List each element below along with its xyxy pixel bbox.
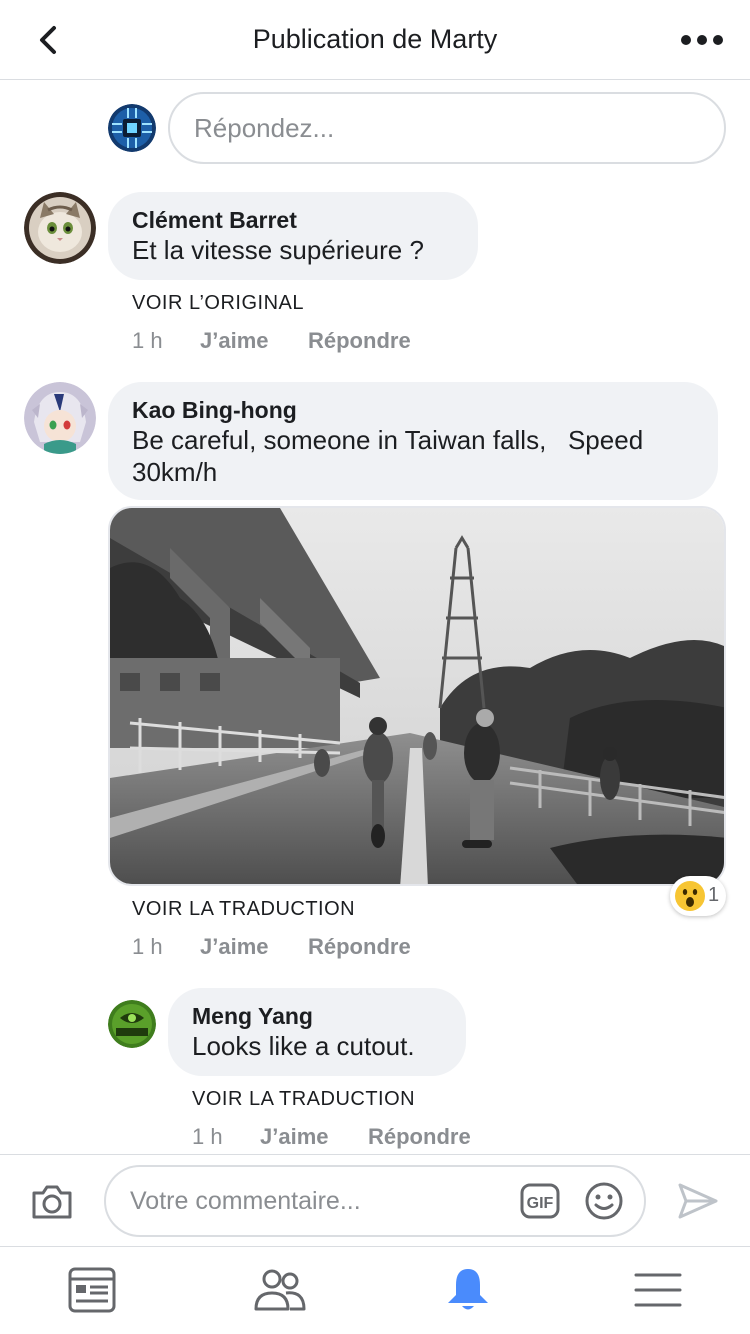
reply-button[interactable]: Répondre — [308, 328, 411, 354]
avatar[interactable] — [108, 1000, 156, 1048]
avatar[interactable] — [24, 192, 96, 264]
top-bar: Publication de Marty — [0, 0, 750, 80]
svg-text:GIF: GIF — [527, 1195, 554, 1212]
comment-text: Looks like a cutout. — [192, 1031, 415, 1061]
comment-photo[interactable] — [108, 506, 726, 886]
comment-text-line: 30km/h — [132, 457, 218, 487]
send-icon[interactable] — [676, 1181, 720, 1221]
wow-emoji-icon — [675, 881, 705, 911]
photo-image — [110, 508, 724, 884]
comment-bubble: Kao Bing-hong Be careful, someone in Tai… — [108, 382, 718, 500]
page-title: Publication de Marty — [252, 24, 498, 54]
notifications-bell-icon[interactable] — [440, 1265, 496, 1315]
comment-input[interactable]: Votre commentaire... GIF — [104, 1165, 646, 1237]
menu-icon[interactable] — [630, 1265, 686, 1315]
see-original-link[interactable]: VOIR L’ORIGINAL — [132, 292, 304, 315]
comment-placeholder: Votre commentaire... — [130, 1187, 361, 1215]
smiley-icon[interactable] — [584, 1181, 624, 1221]
comment-text: Et la vitesse supérieure ? — [132, 235, 424, 265]
like-button[interactable]: J’aime — [200, 934, 269, 960]
reaction-badge[interactable]: 1 — [670, 876, 726, 916]
like-button[interactable]: J’aime — [200, 328, 269, 354]
camera-icon[interactable] — [30, 1181, 74, 1221]
bottom-tab-bar — [0, 1246, 750, 1334]
reaction-count: 1 — [708, 884, 720, 906]
see-translation-link[interactable]: VOIR LA TRADUCTION — [132, 898, 355, 921]
like-button[interactable]: J’aime — [260, 1124, 329, 1150]
friends-icon[interactable] — [252, 1265, 308, 1315]
see-translation-link[interactable]: VOIR LA TRADUCTION — [192, 1088, 415, 1111]
comment-text-line: Be careful, someone in Taiwan falls, Spe… — [132, 425, 644, 455]
comment-bubble: Clément Barret Et la vitesse supérieure … — [108, 192, 478, 280]
my-avatar[interactable] — [108, 104, 156, 152]
news-feed-icon[interactable] — [64, 1265, 120, 1315]
comment-author[interactable]: Clément Barret — [132, 206, 454, 234]
more-dots-icon[interactable] — [678, 26, 726, 54]
avatar[interactable] — [24, 382, 96, 454]
comment-author[interactable]: Meng Yang — [192, 1002, 442, 1030]
comment-time: 1 h — [192, 1124, 223, 1149]
reply-input[interactable]: Répondez... — [168, 92, 726, 164]
reply-button[interactable]: Répondre — [308, 934, 411, 960]
comment-bubble: Meng Yang Looks like a cutout. — [168, 988, 466, 1076]
comment-time: 1 h — [132, 328, 163, 353]
comment-composer: Votre commentaire... GIF — [0, 1154, 750, 1246]
comment-time: 1 h — [132, 934, 163, 959]
reply-button[interactable]: Répondre — [368, 1124, 471, 1150]
gif-icon[interactable]: GIF — [520, 1183, 560, 1219]
comment-author[interactable]: Kao Bing-hong — [132, 396, 694, 424]
